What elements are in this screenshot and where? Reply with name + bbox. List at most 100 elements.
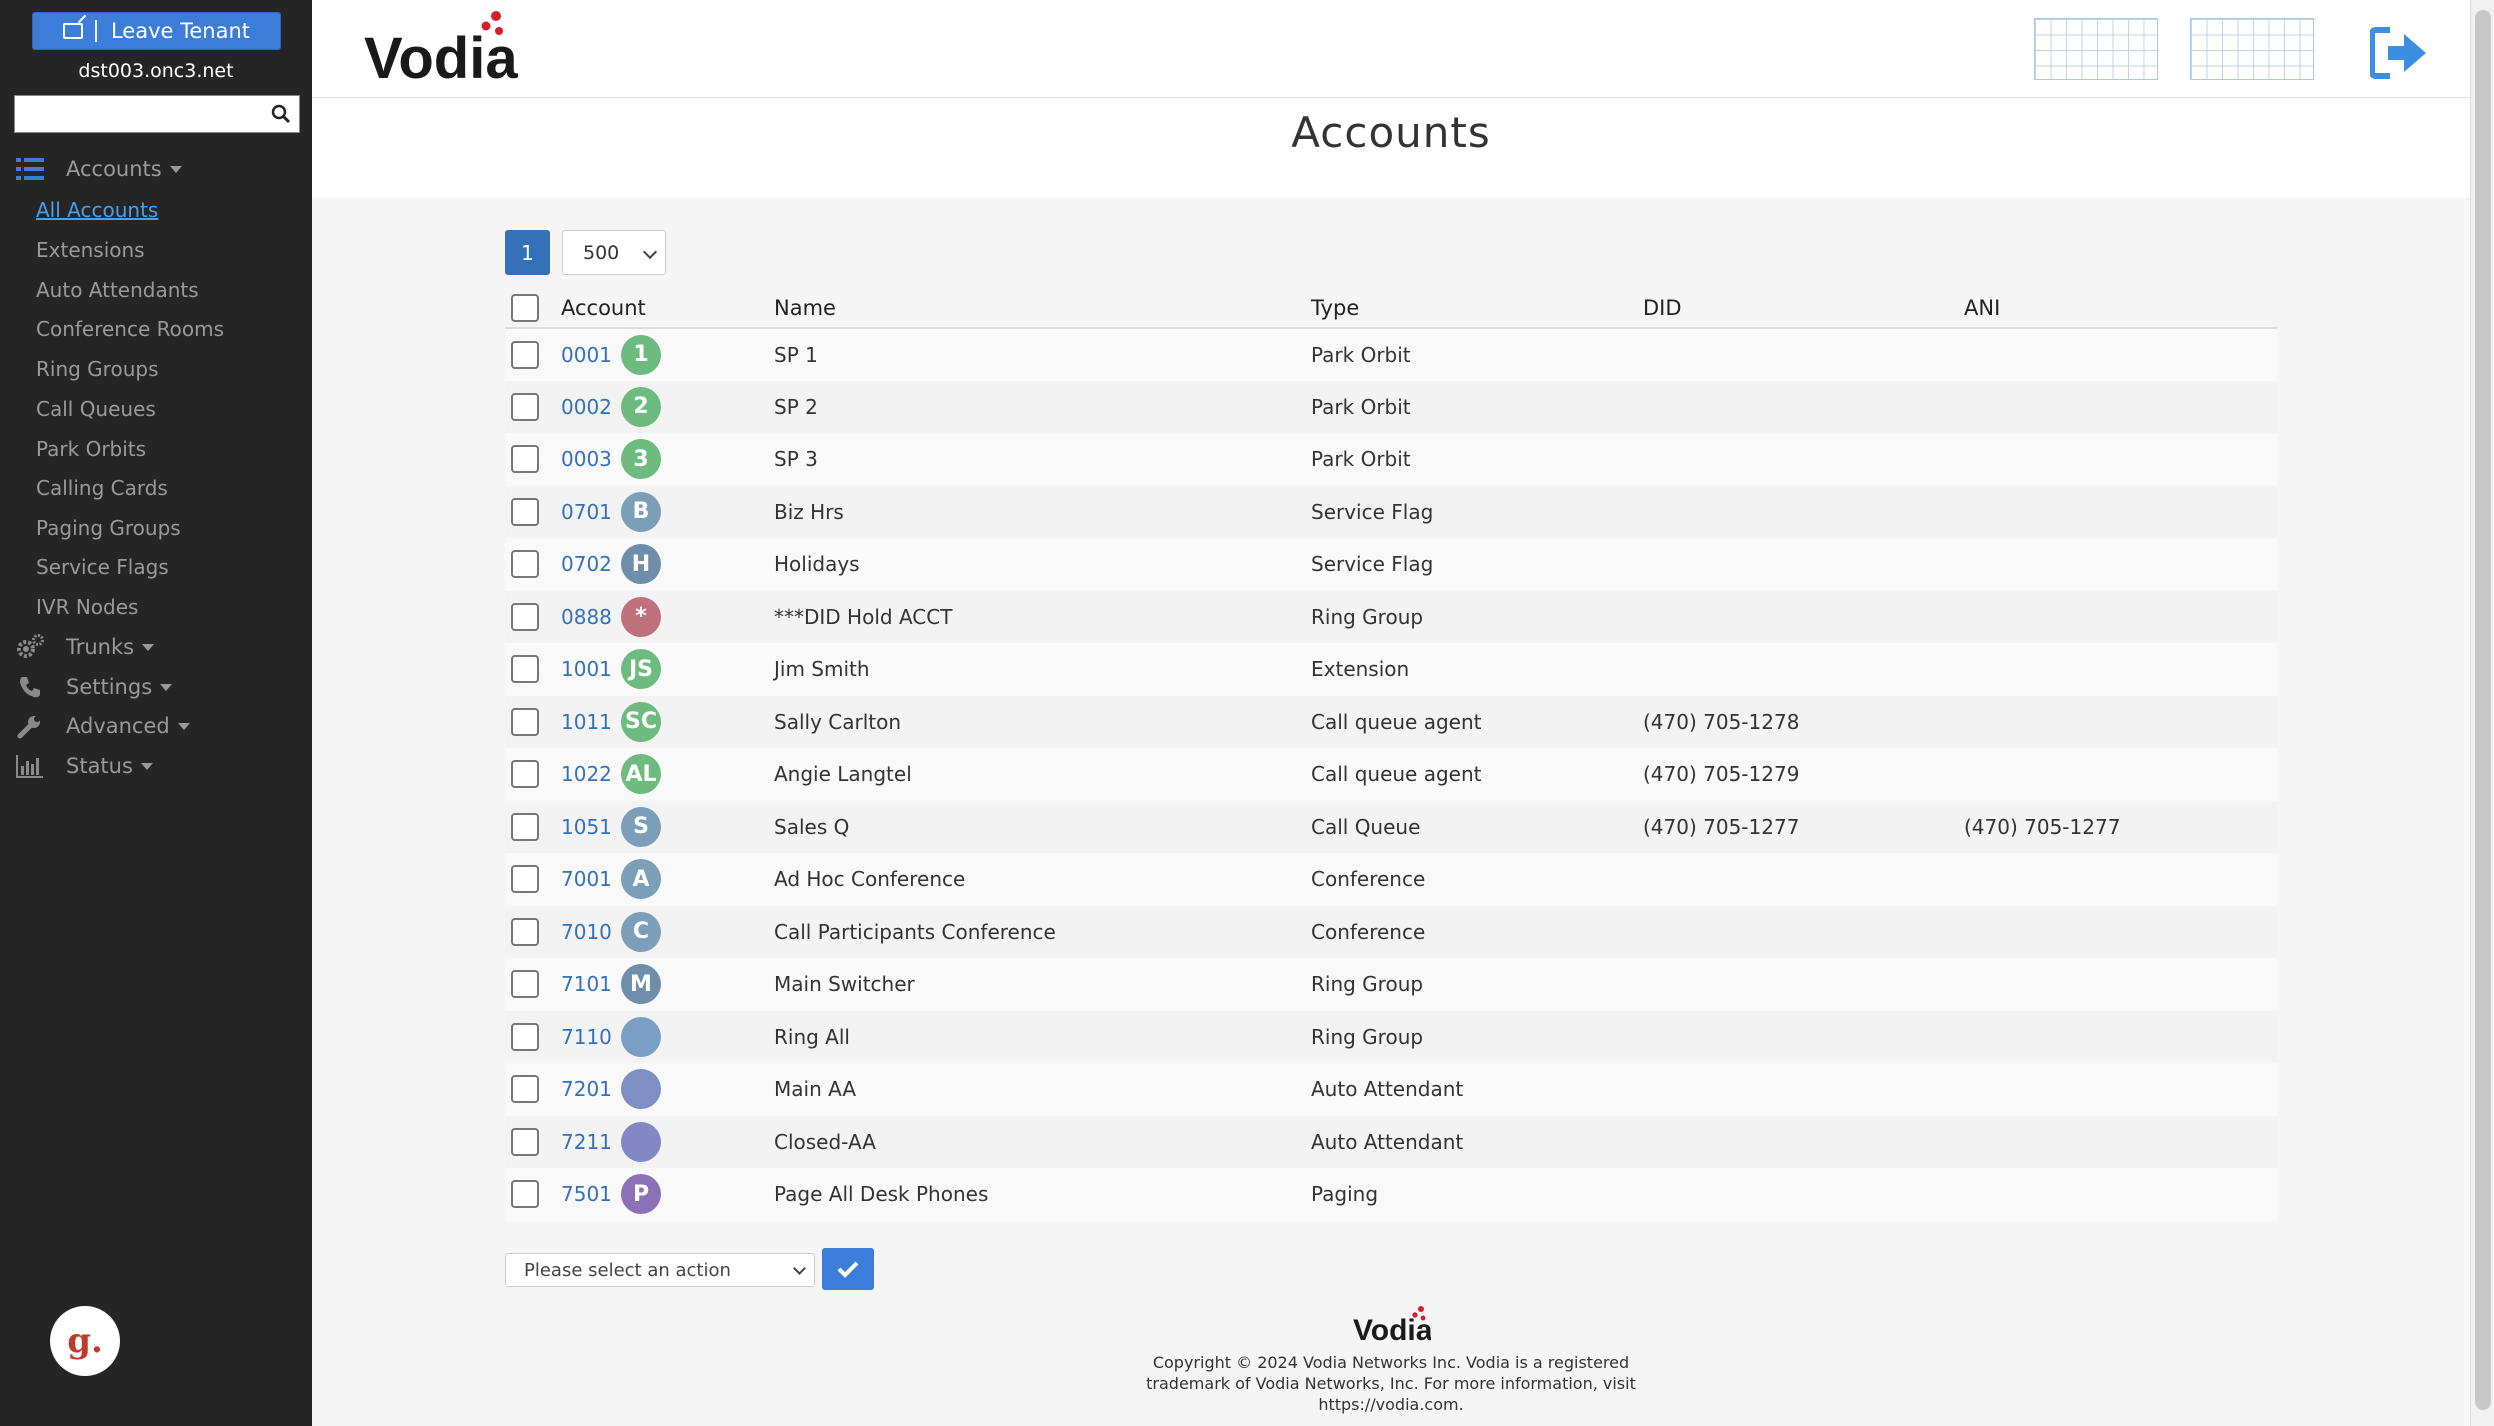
row-checkbox[interactable] — [511, 1022, 539, 1051]
row-checkbox[interactable] — [511, 445, 539, 474]
sidebar-item-extensions[interactable]: Extensions — [36, 235, 145, 265]
nav-section-accounts[interactable]: Accounts — [16, 151, 182, 187]
table-row[interactable]: 1001 JS Jim Smith Extension — [505, 643, 2277, 696]
search-icon[interactable] — [271, 104, 291, 124]
account-avatar: SC — [621, 701, 661, 742]
did-cell — [1643, 328, 1964, 381]
leave-tenant-button[interactable]: Leave Tenant — [32, 12, 281, 50]
search-input[interactable] — [15, 96, 265, 130]
row-checkbox[interactable] — [511, 970, 539, 999]
column-header-did[interactable]: DID — [1643, 288, 1964, 329]
row-checkbox[interactable] — [511, 917, 539, 946]
sidebar-item-service-flags[interactable]: Service Flags — [36, 552, 169, 582]
row-checkbox[interactable] — [511, 550, 539, 579]
account-link[interactable]: 1001 — [561, 657, 621, 681]
sidebar-item-ring-groups[interactable]: Ring Groups — [36, 354, 159, 384]
account-link[interactable]: 7010 — [561, 920, 621, 944]
table-row[interactable]: 1011 SC Sally Carlton Call queue agent (470)… — [505, 695, 2277, 748]
row-checkbox[interactable] — [511, 602, 539, 631]
row-checkbox[interactable] — [511, 392, 539, 421]
row-checkbox[interactable] — [511, 1127, 539, 1156]
scrollbar[interactable] — [2470, 0, 2494, 1426]
select-all-checkbox[interactable] — [511, 293, 539, 322]
apply-action-button[interactable] — [822, 1248, 874, 1290]
logout-icon[interactable] — [2370, 26, 2428, 80]
nav-section-status[interactable]: Status — [16, 748, 153, 784]
account-link[interactable]: 7110 — [561, 1025, 621, 1049]
table-row[interactable]: 0888 * ***DID Hold ACCT Ring Group — [505, 590, 2277, 643]
vodia-logo[interactable]: Vodia — [362, 6, 522, 86]
row-checkbox[interactable] — [511, 655, 539, 684]
sidebar-item-conference-rooms[interactable]: Conference Rooms — [36, 314, 224, 344]
account-link[interactable]: 0888 — [561, 605, 621, 629]
table-row[interactable]: 7001 A Ad Hoc Conference Conference — [505, 853, 2277, 906]
nav-section-settings[interactable]: Settings — [16, 669, 173, 705]
account-link[interactable]: 7211 — [561, 1130, 621, 1154]
account-link[interactable]: 1051 — [561, 815, 621, 839]
helper-widget-badge[interactable]: g. — [50, 1306, 120, 1376]
type-cell: Paging — [1311, 1168, 1643, 1221]
table-row[interactable]: 7501 P Page All Desk Phones Paging — [505, 1168, 2277, 1221]
column-header-type[interactable]: Type — [1311, 288, 1643, 329]
did-cell — [1643, 853, 1964, 906]
column-header-ani[interactable]: ANI — [1964, 288, 2277, 329]
account-avatar: 3 — [621, 439, 661, 480]
account-link[interactable]: 1011 — [561, 710, 621, 734]
row-checkbox[interactable] — [511, 865, 539, 894]
footer-link[interactable]: https://vodia.com. — [312, 1394, 2470, 1415]
table-row[interactable]: 1051 S Sales Q Call Queue (470) 705-1277 (470… — [505, 800, 2277, 853]
account-link[interactable]: 7501 — [561, 1182, 621, 1206]
account-link[interactable]: 7101 — [561, 972, 621, 996]
calendar-grid-widget[interactable] — [2190, 18, 2314, 80]
ani-cell — [1964, 433, 2277, 486]
sidebar-item-ivr-nodes[interactable]: IVR Nodes — [36, 592, 138, 622]
account-avatar: 2 — [621, 386, 661, 427]
sidebar-item-all-accounts[interactable]: All Accounts — [36, 195, 158, 225]
table-row[interactable]: 7110 Ring All Ring Group — [505, 1010, 2277, 1063]
bulk-action-select[interactable]: Please select an action — [505, 1253, 815, 1287]
table-row[interactable]: 7211 Closed-AA Auto Attendant — [505, 1115, 2277, 1168]
row-checkbox[interactable] — [511, 812, 539, 841]
nav-section-trunks[interactable]: Trunks — [16, 629, 155, 665]
table-row[interactable]: 0702 H Holidays Service Flag — [505, 538, 2277, 591]
table-row[interactable]: 0002 2 SP 2 Park Orbit — [505, 380, 2277, 433]
sidebar-item-calling-cards[interactable]: Calling Cards — [36, 473, 168, 503]
row-checkbox[interactable] — [511, 497, 539, 526]
account-link[interactable]: 7001 — [561, 867, 621, 891]
table-row[interactable]: 0701 B Biz Hrs Service Flag — [505, 485, 2277, 538]
did-cell — [1643, 905, 1964, 958]
page-size-select[interactable]: 500 — [562, 230, 666, 275]
row-checkbox[interactable] — [511, 760, 539, 789]
table-row[interactable]: 0001 1 SP 1 Park Orbit — [505, 328, 2277, 381]
row-checkbox[interactable] — [511, 340, 539, 369]
account-link[interactable]: 0701 — [561, 500, 621, 524]
account-link[interactable]: 0001 — [561, 343, 621, 367]
column-header-account[interactable]: Account — [561, 288, 774, 329]
account-link[interactable]: 0702 — [561, 552, 621, 576]
row-checkbox[interactable] — [511, 707, 539, 736]
name-cell: Main AA — [774, 1063, 1311, 1116]
column-header-name[interactable]: Name — [774, 288, 1311, 329]
sidebar-item-paging-groups[interactable]: Paging Groups — [36, 513, 181, 543]
table-row[interactable]: 0003 3 SP 3 Park Orbit — [505, 433, 2277, 486]
sidebar-item-call-queues[interactable]: Call Queues — [36, 394, 156, 424]
nav-section-advanced[interactable]: Advanced — [16, 708, 190, 744]
account-avatar — [621, 1069, 661, 1110]
scrollbar-thumb[interactable] — [2475, 10, 2491, 1410]
account-link[interactable]: 1022 — [561, 762, 621, 786]
account-link[interactable]: 7201 — [561, 1077, 621, 1101]
table-row[interactable]: 7101 M Main Switcher Ring Group — [505, 958, 2277, 1011]
footer: Vodia Copyright © 2024 Vodia Networks In… — [312, 1304, 2470, 1415]
row-checkbox[interactable] — [511, 1180, 539, 1209]
account-link[interactable]: 0003 — [561, 447, 621, 471]
account-link[interactable]: 0002 — [561, 395, 621, 419]
table-row[interactable]: 7201 Main AA Auto Attendant — [505, 1063, 2277, 1116]
table-row[interactable]: 1022 AL Angie Langtel Call queue agent (470)… — [505, 748, 2277, 801]
sidebar-item-auto-attendants[interactable]: Auto Attendants — [36, 275, 199, 305]
row-checkbox[interactable] — [511, 1075, 539, 1104]
page-button-1[interactable]: 1 — [505, 230, 550, 275]
account-avatar — [621, 1121, 661, 1162]
sidebar-item-park-orbits[interactable]: Park Orbits — [36, 434, 146, 464]
calendar-grid-widget[interactable] — [2034, 18, 2158, 80]
table-row[interactable]: 7010 C Call Participants Conference Confere… — [505, 905, 2277, 958]
